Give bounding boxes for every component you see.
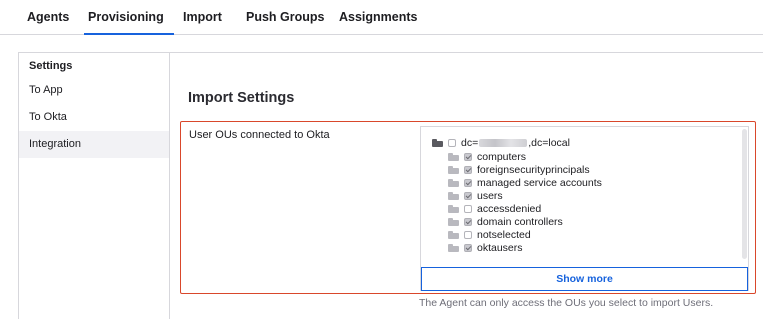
folder-icon bbox=[448, 191, 459, 200]
root-dn-prefix: dc= bbox=[461, 136, 479, 149]
ou-name: accessdenied bbox=[477, 202, 542, 215]
folder-icon bbox=[448, 165, 459, 174]
ou-checkbox[interactable] bbox=[464, 152, 472, 161]
tree-scrollbar[interactable] bbox=[742, 129, 747, 259]
sidebar-item-integration[interactable]: Integration bbox=[19, 131, 169, 158]
folder-icon bbox=[448, 204, 459, 213]
sidebar-item-to-app[interactable]: To App bbox=[19, 77, 169, 104]
ou-row: computers bbox=[448, 150, 526, 163]
redacted-domain bbox=[479, 138, 528, 147]
folder-icon bbox=[448, 152, 459, 161]
tab-provisioning[interactable]: Provisioning bbox=[84, 0, 174, 35]
ou-tree: dc= ,dc=local computers foreignsecuritypr… bbox=[420, 126, 749, 291]
ou-name: oktausers bbox=[477, 241, 523, 254]
ou-name: foreignsecurityprincipals bbox=[477, 163, 590, 176]
root-checkbox[interactable] bbox=[448, 138, 456, 147]
tree-root-row: dc= ,dc=local bbox=[432, 136, 570, 149]
tab-import[interactable]: Import bbox=[183, 0, 222, 34]
show-more-button[interactable]: Show more bbox=[421, 267, 748, 291]
ou-checkbox[interactable] bbox=[464, 230, 472, 239]
folder-open-icon bbox=[432, 138, 443, 147]
ou-checkbox[interactable] bbox=[464, 191, 472, 200]
ou-selection-field: User OUs connected to Okta dc= ,dc=local … bbox=[180, 121, 756, 294]
helper-text: The Agent can only access the OUs you se… bbox=[419, 297, 714, 309]
ou-name: domain controllers bbox=[477, 215, 563, 228]
section-title: Import Settings bbox=[188, 90, 295, 106]
folder-icon bbox=[448, 178, 459, 187]
sidebar-heading: Settings bbox=[29, 60, 73, 72]
tab-bar: Agents Provisioning Import Push Groups A… bbox=[0, 0, 763, 35]
ou-row: users bbox=[448, 189, 503, 202]
folder-icon bbox=[448, 217, 459, 226]
folder-icon bbox=[448, 230, 459, 239]
ou-checkbox[interactable] bbox=[464, 165, 472, 174]
sidebar-item-to-okta[interactable]: To Okta bbox=[19, 104, 169, 131]
tab-assignments[interactable]: Assignments bbox=[339, 0, 418, 34]
ou-checkbox[interactable] bbox=[464, 243, 472, 252]
ou-name: users bbox=[477, 189, 503, 202]
ou-row: foreignsecurityprincipals bbox=[448, 163, 590, 176]
ou-checkbox[interactable] bbox=[464, 217, 472, 226]
ou-name: computers bbox=[477, 150, 527, 163]
root-dn-suffix: ,dc=local bbox=[528, 136, 570, 149]
ou-name: managed service accounts bbox=[477, 176, 602, 189]
ou-row: domain controllers bbox=[448, 215, 563, 228]
ou-row: oktausers bbox=[448, 241, 523, 254]
ou-checkbox[interactable] bbox=[464, 178, 472, 187]
ou-name: notselected bbox=[477, 228, 531, 241]
tab-push-groups[interactable]: Push Groups bbox=[246, 0, 324, 34]
ou-checkbox[interactable] bbox=[464, 204, 472, 213]
ou-row: accessdenied bbox=[448, 202, 541, 215]
ou-row: notselected bbox=[448, 228, 531, 241]
ou-row: managed service accounts bbox=[448, 176, 602, 189]
folder-icon bbox=[448, 243, 459, 252]
settings-sidebar: Settings To App To Okta Integration bbox=[19, 53, 170, 319]
tab-agents[interactable]: Agents bbox=[27, 0, 69, 34]
ou-field-label: User OUs connected to Okta bbox=[189, 129, 330, 141]
